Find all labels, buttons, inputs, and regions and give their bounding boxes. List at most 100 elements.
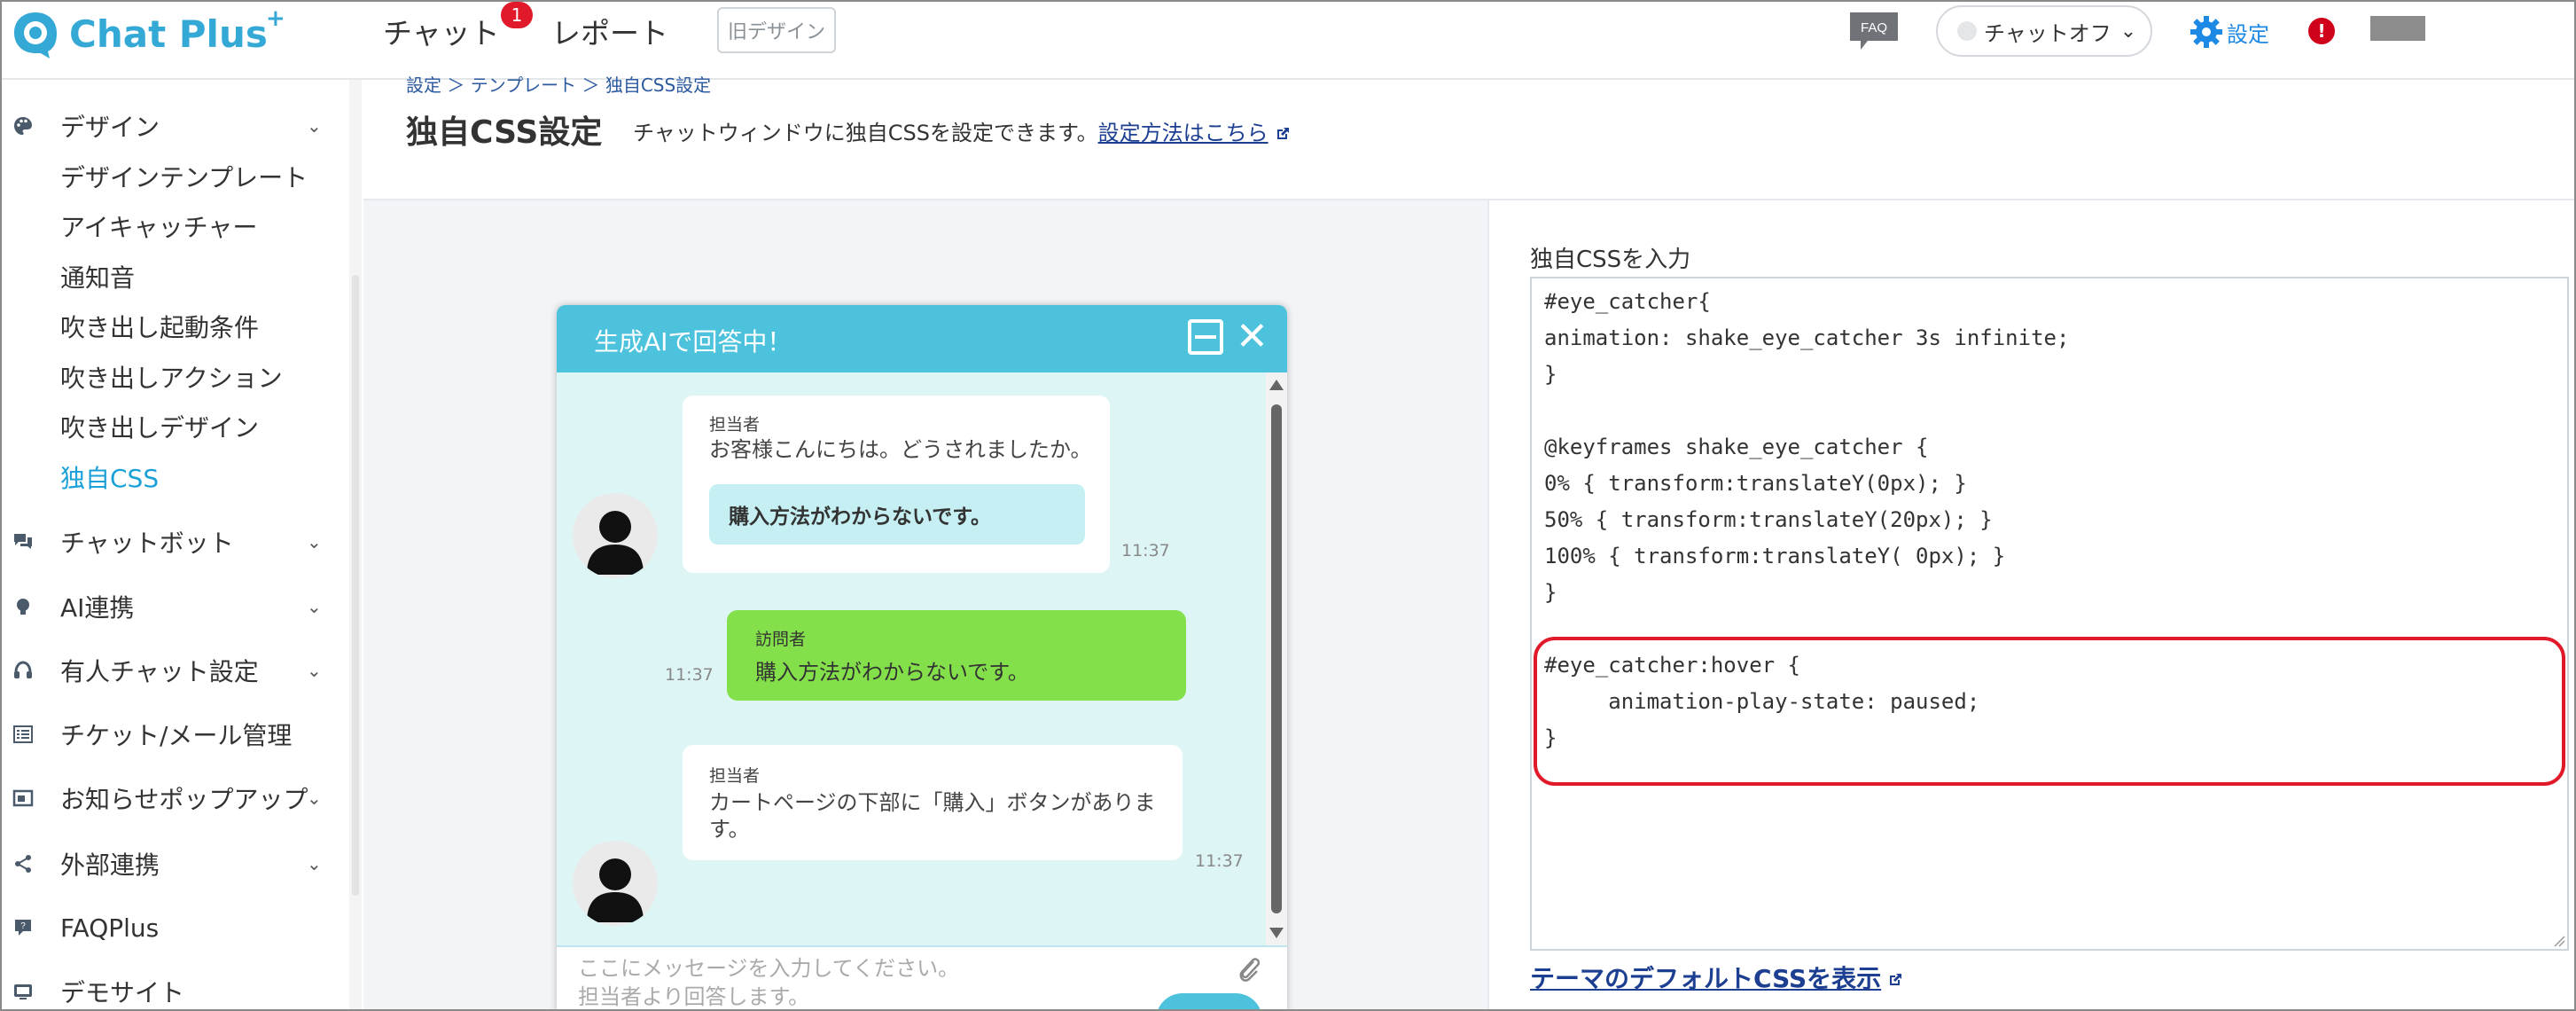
- sidebar-item-label: 外部連携: [60, 850, 160, 880]
- svg-text:?: ?: [20, 921, 26, 931]
- sidebar-item-chatbot[interactable]: チャットボット ⌄: [2, 517, 347, 567]
- scroll-down-icon[interactable]: [1269, 928, 1284, 938]
- code-line: 50% { transform:translateY(20px); }: [1544, 507, 1993, 532]
- page-header: 設定 ＞ テンプレート ＞ 独自CSS設定 独自CSS設定 チャットウィンドウに…: [363, 74, 2574, 197]
- code-line: #eye_catcher{: [1544, 289, 1711, 314]
- list-icon: [13, 725, 33, 743]
- faq-icon-label: FAQ: [1861, 20, 1887, 35]
- sidebar-item-live-chat[interactable]: 有人チャット設定 ⌄: [2, 646, 347, 695]
- operator-avatar: [573, 841, 658, 926]
- operator-message: カートページの下部に「購入」ボタンがありま: [709, 790, 1156, 815]
- visitor-bubble: 訪問者 購入方法がわからないです。: [727, 610, 1186, 701]
- chat-unread-badge: 1: [501, 2, 533, 28]
- share-icon: [15, 855, 31, 873]
- operator-message: お客様こんにちは。どうされましたか。: [709, 437, 1092, 462]
- message-time: 11:37: [1195, 851, 1244, 871]
- sidebar-item-faqplus[interactable]: ? FAQPlus: [2, 903, 347, 952]
- page-title: 独自CSS設定: [406, 114, 603, 151]
- operator-bubble: 担当者 お客様こんにちは。どうされましたか。 購入方法がわからないです。: [683, 396, 1110, 573]
- close-icon[interactable]: ✕: [1236, 314, 1268, 360]
- sidebar-item-label: チャットボット: [60, 529, 234, 558]
- visitor-message: 購入方法がわからないです。: [755, 660, 1029, 685]
- chat-message-input[interactable]: ここにメッセージを入力してください。 担当者より回答します。: [557, 945, 1287, 1009]
- input-placeholder-sub: 担当者より回答します。: [578, 984, 810, 1009]
- sidebar-scroll-thumb[interactable]: [352, 275, 359, 896]
- sidebar-item-label: 有人チャット設定: [60, 657, 259, 686]
- sidebar-sub-bubble-design[interactable]: 吹き出しデザイン: [60, 404, 259, 449]
- operator-label: 担当者: [709, 415, 761, 435]
- sidebar-item-label: チケット/メール管理: [60, 721, 293, 750]
- sidebar-sub-design-template[interactable]: デザインテンプレート: [60, 154, 308, 199]
- sidebar-sub-notification-sound[interactable]: 通知音: [60, 255, 135, 299]
- external-link-icon: [1890, 974, 1902, 985]
- visitor-label: 訪問者: [755, 630, 807, 649]
- chatplus-logo-icon: [14, 12, 57, 59]
- chevron-down-icon: ⌄: [307, 531, 322, 553]
- monitor-icon: [14, 984, 32, 999]
- user-menu[interactable]: [2370, 16, 2425, 41]
- sidebar-sub-eye-catcher[interactable]: アイキャッチャー: [60, 204, 257, 248]
- resize-grip-icon[interactable]: [2551, 933, 2565, 947]
- show-default-css-link[interactable]: テーマのデフォルトCSSを表示: [1530, 960, 1902, 995]
- sidebar-sub-custom-css[interactable]: 独自CSS: [60, 455, 159, 499]
- operator-label: 担当者: [709, 766, 761, 786]
- old-design-button[interactable]: 旧デザイン: [717, 7, 836, 53]
- code-line: 0% { transform:translateY(0px); }: [1544, 471, 1967, 496]
- code-line: 100% { transform:translateY( 0px); }: [1544, 544, 2006, 568]
- status-dot-icon: [1957, 21, 1977, 41]
- message-time: 11:37: [1121, 541, 1170, 560]
- input-placeholder: ここにメッセージを入力してください。: [578, 956, 960, 981]
- chat-window-preview: 生成AIで回答中！ ✕ 担当者 お客様こんにちは。どうされましたか。 購入方法が…: [557, 305, 1287, 1009]
- chat-status-dropdown[interactable]: チャットオフ ⌄: [1936, 5, 2152, 57]
- sidebar-item-popup[interactable]: お知らせポップアップ ⌄: [2, 773, 347, 823]
- chevron-down-icon: ⌄: [307, 115, 322, 137]
- sidebar-sub-bubble-trigger[interactable]: 吹き出し起動条件: [60, 304, 259, 349]
- page-description: チャットウィンドウに独自CSSを設定できます。設定方法はこちら: [633, 115, 1290, 146]
- sidebar-sub-bubble-action[interactable]: 吹き出しアクション: [60, 355, 283, 399]
- nav-chat[interactable]: チャット: [383, 9, 500, 53]
- palette-icon: [14, 117, 32, 135]
- chat-status-label: チャットオフ: [1984, 20, 2112, 46]
- logo-text: Chat Plus +: [69, 4, 285, 56]
- custom-css-textarea[interactable]: #eye_catcher{ animation: shake_eye_catch…: [1530, 277, 2569, 951]
- sidebar-item-ai[interactable]: AI連携 ⌄: [2, 582, 347, 631]
- quick-reply-button[interactable]: 購入方法がわからないです。: [709, 484, 1085, 545]
- person-icon: [587, 511, 644, 575]
- chat-title: 生成AIで回答中！: [594, 327, 792, 357]
- sidebar-item-demo-site[interactable]: デモサイト: [2, 967, 347, 1009]
- sidebar-scrollbar[interactable]: [349, 80, 362, 1009]
- settings-link[interactable]: 設定: [2190, 12, 2269, 51]
- sidebar-item-label: お知らせポップアップ: [60, 785, 308, 814]
- operator-message-cont: す。: [709, 817, 750, 842]
- chat-scroll-thumb[interactable]: [1271, 404, 1282, 913]
- send-button[interactable]: [1156, 993, 1262, 1009]
- sidebar-item-ticket-mail[interactable]: チケット/メール管理: [2, 709, 347, 759]
- operator-avatar: [573, 493, 658, 578]
- sidebar: デザイン ⌄ デザインテンプレート アイキャッチャー 通知音 吹き出し起動条件 …: [2, 80, 347, 1009]
- paperclip-icon[interactable]: [1236, 954, 1262, 986]
- headset-icon: [14, 661, 32, 678]
- alert-icon[interactable]: !: [2308, 18, 2335, 44]
- minimize-icon[interactable]: [1188, 319, 1223, 355]
- scroll-up-icon[interactable]: [1269, 380, 1284, 390]
- chevron-down-icon: ⌄: [307, 788, 322, 809]
- chevron-down-icon: ⌄: [307, 660, 322, 681]
- sidebar-item-design[interactable]: デザイン ⌄: [2, 101, 347, 151]
- code-line: @keyframes shake_eye_catcher {: [1544, 435, 1929, 459]
- faq-icon[interactable]: FAQ: [1848, 11, 1900, 51]
- breadcrumb[interactable]: 設定 ＞ テンプレート ＞ 独自CSS設定: [406, 71, 711, 97]
- chevron-down-icon: ⌄: [307, 596, 322, 617]
- annotation-highlight-box: [1534, 637, 2565, 786]
- sidebar-item-label: デモサイト: [60, 978, 185, 1007]
- popup-icon: [12, 789, 34, 807]
- sidebar-item-label: デザイン: [60, 113, 160, 142]
- chevron-down-icon: ⌄: [307, 853, 322, 874]
- chatplus-logo[interactable]: Chat Plus +: [11, 4, 285, 60]
- sidebar-item-integration[interactable]: 外部連携 ⌄: [2, 839, 347, 889]
- nav-report[interactable]: レポート: [551, 9, 668, 53]
- lightbulb-icon: [17, 599, 29, 615]
- settings-label: 設定: [2227, 21, 2269, 47]
- help-link[interactable]: 設定方法はこちら: [1098, 121, 1268, 145]
- code-line: }: [1544, 362, 1557, 387]
- chat-scrollbar[interactable]: [1266, 372, 1287, 945]
